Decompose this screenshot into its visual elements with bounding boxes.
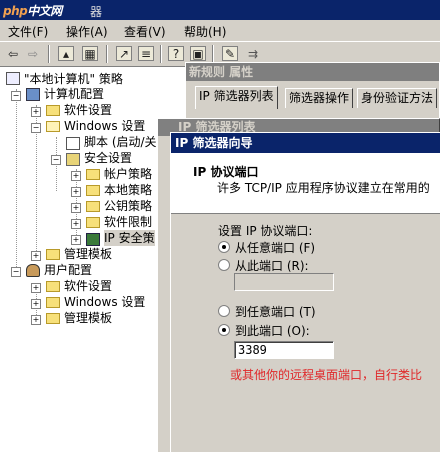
- menu-view[interactable]: 查看(V): [124, 23, 166, 40]
- policy-icon: [6, 72, 20, 85]
- folder-open-icon: [46, 121, 60, 132]
- expand-toggle[interactable]: +: [71, 203, 81, 213]
- from-this-port-label[interactable]: 从此端口 (R):: [235, 257, 309, 274]
- security-icon: [66, 153, 80, 166]
- collapse-toggle[interactable]: −: [31, 123, 41, 133]
- wizard-header: IP 协议端口 许多 TCP/IP 应用程序协议建立在常用的: [171, 153, 440, 214]
- toolbar-separator: [212, 45, 214, 63]
- from-any-port-radio[interactable]: [218, 241, 230, 253]
- tree-item-user-admin-templates[interactable]: 管理模板: [64, 310, 112, 326]
- expand-toggle[interactable]: +: [71, 187, 81, 197]
- tree-item-user-software[interactable]: 软件设置: [64, 278, 112, 294]
- ip-security-icon: [86, 233, 100, 246]
- toolbar-separator: [160, 45, 162, 63]
- title-bar: php中文网 器: [0, 0, 440, 20]
- expand-toggle[interactable]: +: [71, 235, 81, 245]
- tree-item-ip-security[interactable]: IP 安全策: [104, 230, 155, 246]
- tree-item-windows-settings[interactable]: Windows 设置: [64, 118, 145, 134]
- tree-item-software-restriction[interactable]: 软件限制: [104, 214, 152, 230]
- ip-filter-wizard: IP 筛选器向导 IP 协议端口 许多 TCP/IP 应用程序协议建立在常用的: [170, 132, 440, 453]
- tab-auth-method[interactable]: 身份验证方法: [357, 88, 438, 108]
- folder-icon: [46, 297, 60, 308]
- tree-root[interactable]: "本地计算机" 策略: [24, 71, 123, 87]
- folder-icon: [46, 313, 60, 324]
- folder-icon: [86, 201, 100, 212]
- to-port-input[interactable]: 3389: [234, 341, 334, 359]
- folder-icon: [86, 169, 100, 180]
- tree-item-scripts[interactable]: 脚本 (启动/关: [84, 134, 157, 150]
- wizard-heading: IP 协议端口: [193, 165, 259, 179]
- site-logo: php中文网: [3, 4, 62, 18]
- tree-item-admin-templates[interactable]: 管理模板: [64, 246, 112, 262]
- computer-icon: [26, 88, 40, 101]
- export-icon[interactable]: ↗: [116, 46, 132, 61]
- expand-toggle[interactable]: +: [31, 299, 41, 309]
- expand-toggle[interactable]: +: [71, 171, 81, 181]
- tree-item-user-windows[interactable]: Windows 设置: [64, 294, 145, 310]
- new-item-icon[interactable]: ✎: [222, 46, 238, 61]
- tree-item-public-key-policy[interactable]: 公钥策略: [104, 198, 152, 214]
- from-this-port-radio[interactable]: [218, 259, 230, 271]
- user-icon: [26, 264, 40, 277]
- tab-filter-action[interactable]: 筛选器操作: [285, 88, 354, 108]
- folder-icon: [86, 185, 100, 196]
- wizard-subheading: 许多 TCP/IP 应用程序协议建立在常用的: [217, 181, 430, 195]
- from-any-port-label[interactable]: 从任意端口 (F): [235, 239, 315, 256]
- expand-toggle[interactable]: +: [71, 219, 81, 229]
- tree-item-user-config[interactable]: 用户配置: [44, 262, 92, 278]
- from-port-input[interactable]: [234, 273, 334, 291]
- expand-toggle[interactable]: +: [31, 107, 41, 117]
- expand-toggle[interactable]: +: [31, 283, 41, 293]
- set-port-label: 设置 IP 协议端口:: [218, 224, 313, 238]
- annotation-note: 或其他你的远程桌面端口，自行类比: [230, 368, 423, 382]
- properties-tabs: IP 筛选器列表 筛选器操作 身份验证方法: [195, 86, 440, 109]
- tree-item-computer-config[interactable]: 计算机配置: [44, 86, 104, 102]
- tree-item-local-policy[interactable]: 本地策略: [104, 182, 152, 198]
- up-folder-icon[interactable]: ▴: [58, 46, 74, 61]
- tab-ip-filter-list[interactable]: IP 筛选器列表: [195, 86, 278, 109]
- to-any-port-label[interactable]: 到任意端口 (T): [235, 303, 316, 320]
- menu-bar: 文件(F) 操作(A) 查看(V) 帮助(H): [0, 20, 440, 40]
- collapse-toggle[interactable]: −: [11, 267, 21, 277]
- actions-icon[interactable]: ⇉: [244, 45, 262, 62]
- forward-arrow-icon[interactable]: ⇨: [24, 45, 42, 62]
- toolbar-separator: [48, 45, 50, 63]
- to-this-port-radio[interactable]: [218, 324, 230, 336]
- folder-icon: [46, 281, 60, 292]
- collapse-toggle[interactable]: −: [51, 155, 61, 165]
- show-tree-icon[interactable]: ▦: [82, 46, 98, 61]
- to-this-port-label[interactable]: 到此端口 (O):: [235, 322, 310, 339]
- folder-icon: [46, 249, 60, 260]
- menu-action[interactable]: 操作(A): [66, 23, 108, 40]
- menu-help[interactable]: 帮助(H): [184, 23, 226, 40]
- tree-item-security-settings[interactable]: 安全设置: [84, 150, 132, 166]
- folder-icon: [46, 105, 60, 116]
- window-title-tail: 器: [90, 5, 103, 19]
- toolbar-separator: [106, 45, 108, 63]
- console-icon[interactable]: ▣: [190, 46, 206, 61]
- script-icon: [66, 137, 80, 150]
- help-icon[interactable]: ?: [168, 46, 184, 61]
- expand-toggle[interactable]: +: [31, 315, 41, 325]
- wizard-title: IP 筛选器向导: [171, 133, 440, 153]
- dialog-title: 新规则 属性: [186, 63, 439, 81]
- expand-toggle[interactable]: +: [31, 251, 41, 261]
- folder-icon: [86, 217, 100, 228]
- collapse-toggle[interactable]: −: [11, 91, 21, 101]
- menu-file[interactable]: 文件(F): [8, 23, 48, 40]
- tree-item-software-settings[interactable]: 软件设置: [64, 102, 112, 118]
- tree-item-account-policy[interactable]: 帐户策略: [104, 166, 152, 182]
- tree-guide: [16, 89, 17, 271]
- back-arrow-icon[interactable]: ⇦: [4, 45, 22, 62]
- to-any-port-radio[interactable]: [218, 305, 230, 317]
- properties-icon[interactable]: ≡: [138, 46, 154, 61]
